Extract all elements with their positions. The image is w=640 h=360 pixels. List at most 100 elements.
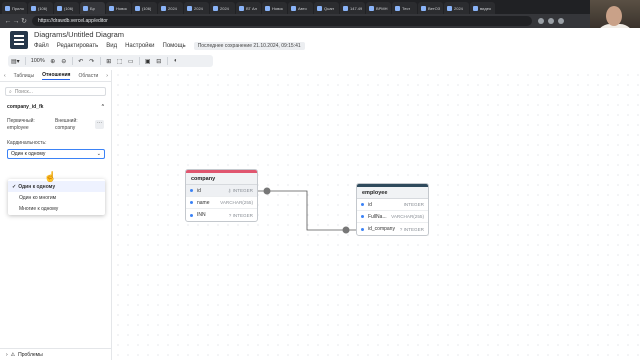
option-label: Один к одному: [18, 183, 56, 190]
browser-tab[interactable]: Новос: [106, 2, 131, 14]
browser-tab[interactable]: ВетОЗ: [418, 2, 443, 14]
field-handle[interactable]: [190, 201, 193, 204]
table-title[interactable]: employee: [357, 187, 428, 199]
tab-title: Авто: [298, 5, 307, 11]
tab-tables[interactable]: Таблицы: [14, 73, 34, 79]
browser-tab[interactable]: Бр: [80, 2, 105, 14]
more-options-button[interactable]: ···: [95, 120, 104, 129]
add-area-icon[interactable]: ⬚: [117, 58, 123, 65]
zoom-select[interactable]: 100%: [31, 58, 45, 64]
menu-settings[interactable]: Настройки: [125, 43, 154, 49]
cardinality-option[interactable]: ✓ Один к одному: [8, 181, 105, 192]
zoom-in-icon[interactable]: ⊕: [50, 58, 56, 65]
redo-icon[interactable]: ↷: [89, 58, 95, 65]
extension-icon[interactable]: [538, 18, 544, 24]
divider: [24, 57, 26, 65]
option-label: Один ко многим: [19, 194, 57, 201]
document-title[interactable]: Diagrams/Untitled Diagram: [34, 30, 305, 39]
browser-tab[interactable]: Прило: [2, 2, 27, 14]
zoom-out-icon[interactable]: ⊖: [61, 58, 67, 65]
add-table-icon[interactable]: ⊞: [106, 58, 112, 65]
theme-toggle-icon[interactable]: ◐: [173, 58, 179, 64]
tab-title: (106): [64, 5, 74, 11]
browser-tab[interactable]: Авто: [288, 2, 313, 14]
browser-tab[interactable]: Quarr: [314, 2, 339, 14]
tab-relationships[interactable]: Отношения: [42, 72, 71, 80]
table-field[interactable]: FullNa... VARCHAR(255): [357, 211, 428, 223]
table-field[interactable]: id_company ? INTEGER: [357, 223, 428, 235]
tab-title: Новос: [116, 5, 128, 11]
save-icon[interactable]: ▣: [145, 58, 151, 65]
browser-address-bar: ← → ↻ https://drawdb.vercel.app/editor: [0, 14, 640, 28]
cardinality-select[interactable]: Один к одному ⌄: [7, 149, 105, 159]
extension-icon[interactable]: [548, 18, 554, 24]
field-handle[interactable]: [361, 215, 364, 218]
browser-tab[interactable]: ВРМН: [366, 2, 391, 14]
divider: [138, 57, 140, 65]
field-handle[interactable]: [361, 203, 364, 206]
drawdb-logo-icon[interactable]: [10, 31, 28, 49]
table-employee[interactable]: employee id INTEGER FullNa... VARCHAR(25…: [356, 183, 429, 236]
field-handle[interactable]: [190, 213, 193, 217]
tab-title: Тест: [402, 5, 411, 11]
browser-tab[interactable]: 2024: [210, 2, 235, 14]
relationship-header[interactable]: company_id_fk ⌃: [7, 104, 105, 110]
tab-favicon-icon: [369, 5, 374, 11]
profile-icon[interactable]: [558, 18, 564, 24]
browser-tab[interactable]: ВТ Ал: [236, 2, 261, 14]
search-placeholder: Поиск...: [14, 88, 33, 95]
browser-tab[interactable]: Новос: [262, 2, 287, 14]
tab-title: 2024: [220, 5, 229, 11]
field-type: VARCHAR(255): [391, 214, 424, 219]
browser-tab[interactable]: Тест: [392, 2, 417, 14]
diagram-canvas[interactable]: company id ⚷ INTEGER name VARCHAR(255) I…: [113, 70, 640, 360]
table-field[interactable]: name VARCHAR(255): [186, 197, 257, 209]
table-field[interactable]: INN ? INTEGER: [186, 209, 257, 221]
browser-tab[interactable]: 147.49.15: [340, 2, 365, 14]
cardinality-option[interactable]: Один ко многим: [8, 192, 105, 203]
forward-icon[interactable]: →: [12, 18, 20, 25]
browser-tab[interactable]: (106): [28, 2, 53, 14]
browser-tab[interactable]: (106): [132, 2, 157, 14]
browser-tab[interactable]: 2024: [158, 2, 183, 14]
table-title[interactable]: company: [186, 173, 257, 185]
field-type: INTEGER: [403, 226, 424, 232]
url-field[interactable]: https://drawdb.vercel.app/editor: [32, 16, 532, 26]
chevron-up-icon[interactable]: ⌃: [101, 104, 105, 110]
chevron-left-icon[interactable]: ‹: [4, 73, 6, 79]
menu-help[interactable]: Помощь: [163, 43, 186, 49]
back-icon[interactable]: ←: [4, 18, 12, 25]
tab-areas[interactable]: Области: [78, 73, 98, 79]
field-handle[interactable]: [190, 189, 193, 192]
table-field[interactable]: id ⚷ INTEGER: [186, 185, 257, 197]
delete-icon[interactable]: ⊟: [156, 58, 162, 65]
menu-edit[interactable]: Редактировать: [57, 43, 98, 49]
chevron-right-icon[interactable]: ›: [106, 73, 108, 79]
primary-block: Первичный: employee: [7, 118, 55, 132]
browser-tab[interactable]: 2024: [184, 2, 209, 14]
tab-title: Quarr: [324, 5, 335, 11]
field-handle[interactable]: [361, 227, 364, 231]
warning-icon: ⚠: [10, 351, 16, 358]
search-icon: ⌕: [9, 88, 12, 95]
reload-icon[interactable]: ↻: [20, 17, 28, 25]
menu-file[interactable]: Файл: [34, 43, 49, 49]
browser-tab[interactable]: 2024: [444, 2, 469, 14]
menu-view[interactable]: Вид: [106, 43, 117, 49]
person-head: [606, 6, 622, 26]
undo-icon[interactable]: ↶: [78, 58, 84, 65]
problems-panel[interactable]: › ⚠ Проблемы: [0, 348, 112, 360]
chevron-right-icon: ›: [6, 351, 8, 358]
browser-tab[interactable]: видео: [470, 2, 495, 14]
search-input[interactable]: ⌕ Поиск...: [5, 87, 106, 96]
cardinality-value: Один к одному: [11, 151, 46, 157]
cardinality-option[interactable]: Многие к одному: [8, 203, 105, 214]
browser-tab[interactable]: (106): [54, 2, 79, 14]
layout-menu-icon[interactable]: ▤▾: [11, 58, 20, 65]
table-field[interactable]: id INTEGER: [357, 199, 428, 211]
primary-label: Первичный:: [7, 118, 35, 124]
toolbar: ▤▾ 100% ⊕ ⊖ ↶ ↷ ⊞ ⬚ ▭ ▣ ⊟ ◐: [8, 55, 213, 67]
table-company[interactable]: company id ⚷ INTEGER name VARCHAR(255) I…: [185, 169, 258, 222]
add-note-icon[interactable]: ▭: [128, 58, 134, 65]
field-type: INTEGER: [232, 212, 253, 218]
